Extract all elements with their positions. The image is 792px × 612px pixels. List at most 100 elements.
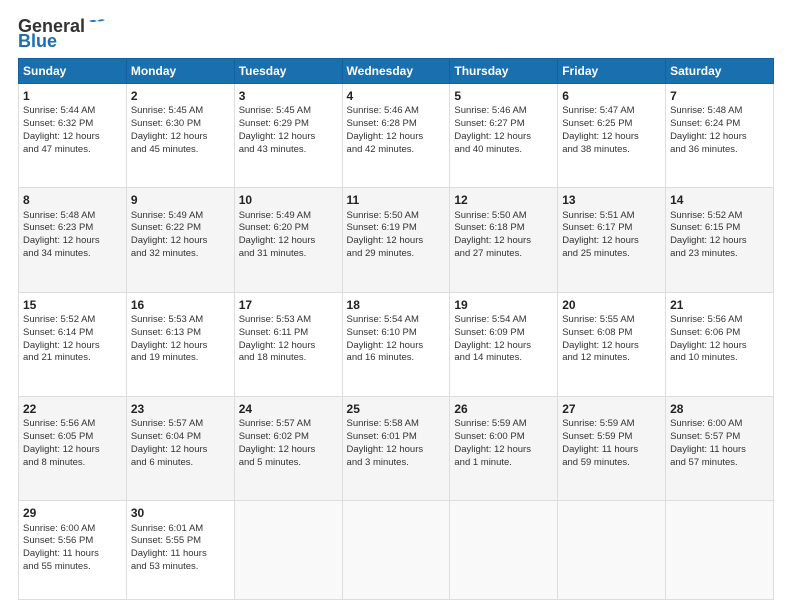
day-info-line: Daylight: 12 hours <box>131 340 230 353</box>
day-info-line: and 5 minutes. <box>239 457 338 470</box>
day-info-line: Daylight: 12 hours <box>347 340 446 353</box>
day-number: 21 <box>670 297 769 313</box>
day-info-line: Sunset: 6:04 PM <box>131 431 230 444</box>
day-info-line: Sunrise: 5:52 AM <box>23 314 122 327</box>
page: General Blue SundayMondayTuesdayWednesda… <box>0 0 792 612</box>
day-number: 23 <box>131 401 230 417</box>
day-info-line: Sunrise: 5:45 AM <box>131 105 230 118</box>
day-info-line: Daylight: 12 hours <box>347 235 446 248</box>
day-info-line: Sunrise: 5:46 AM <box>347 105 446 118</box>
day-number: 24 <box>239 401 338 417</box>
day-info-line: Sunrise: 5:59 AM <box>454 418 553 431</box>
day-info-line: and 16 minutes. <box>347 352 446 365</box>
calendar-cell: 12Sunrise: 5:50 AMSunset: 6:18 PMDayligh… <box>450 188 558 292</box>
day-info-line: Sunrise: 5:55 AM <box>562 314 661 327</box>
day-number: 8 <box>23 192 122 208</box>
day-info-line: and 53 minutes. <box>131 561 230 574</box>
day-info-line: Sunrise: 6:00 AM <box>670 418 769 431</box>
day-info-line: and 12 minutes. <box>562 352 661 365</box>
day-info-line: Sunset: 6:22 PM <box>131 222 230 235</box>
calendar-cell: 22Sunrise: 5:56 AMSunset: 6:05 PMDayligh… <box>19 397 127 501</box>
day-info-line: Sunrise: 5:54 AM <box>347 314 446 327</box>
calendar-week-row: 15Sunrise: 5:52 AMSunset: 6:14 PMDayligh… <box>19 292 774 396</box>
day-info-line: Daylight: 12 hours <box>23 131 122 144</box>
calendar-table: SundayMondayTuesdayWednesdayThursdayFrid… <box>18 58 774 600</box>
day-number: 29 <box>23 505 122 521</box>
day-info-line: Sunset: 6:24 PM <box>670 118 769 131</box>
day-info-line: and 45 minutes. <box>131 144 230 157</box>
logo-bird-icon <box>87 18 107 32</box>
day-info-line: Daylight: 11 hours <box>131 548 230 561</box>
day-number: 17 <box>239 297 338 313</box>
day-info-line: Sunrise: 5:48 AM <box>23 210 122 223</box>
day-info-line: Sunrise: 5:49 AM <box>131 210 230 223</box>
day-info-line: Sunset: 6:01 PM <box>347 431 446 444</box>
day-info-line: Sunset: 6:19 PM <box>347 222 446 235</box>
calendar-cell: 2Sunrise: 5:45 AMSunset: 6:30 PMDaylight… <box>126 84 234 188</box>
calendar-cell: 9Sunrise: 5:49 AMSunset: 6:22 PMDaylight… <box>126 188 234 292</box>
calendar-cell: 16Sunrise: 5:53 AMSunset: 6:13 PMDayligh… <box>126 292 234 396</box>
calendar-cell <box>666 501 774 600</box>
weekday-header-row: SundayMondayTuesdayWednesdayThursdayFrid… <box>19 59 774 84</box>
day-number: 10 <box>239 192 338 208</box>
day-info-line: Daylight: 12 hours <box>347 131 446 144</box>
calendar-cell: 4Sunrise: 5:46 AMSunset: 6:28 PMDaylight… <box>342 84 450 188</box>
day-info-line: Daylight: 12 hours <box>454 131 553 144</box>
weekday-header-tuesday: Tuesday <box>234 59 342 84</box>
day-info-line: Sunrise: 5:45 AM <box>239 105 338 118</box>
day-info-line: Daylight: 12 hours <box>131 131 230 144</box>
weekday-header-saturday: Saturday <box>666 59 774 84</box>
day-number: 22 <box>23 401 122 417</box>
day-info-line: Sunset: 6:29 PM <box>239 118 338 131</box>
day-number: 7 <box>670 88 769 104</box>
day-info-line: and 1 minute. <box>454 457 553 470</box>
day-info-line: and 3 minutes. <box>347 457 446 470</box>
day-info-line: Sunset: 6:13 PM <box>131 327 230 340</box>
day-number: 13 <box>562 192 661 208</box>
weekday-header-monday: Monday <box>126 59 234 84</box>
day-info-line: Sunrise: 5:54 AM <box>454 314 553 327</box>
day-info-line: Sunrise: 5:47 AM <box>562 105 661 118</box>
day-info-line: Sunrise: 5:48 AM <box>670 105 769 118</box>
day-info-line: Daylight: 12 hours <box>670 235 769 248</box>
day-info-line: Sunset: 6:25 PM <box>562 118 661 131</box>
day-number: 20 <box>562 297 661 313</box>
day-info-line: Sunset: 6:14 PM <box>23 327 122 340</box>
day-info-line: and 29 minutes. <box>347 248 446 261</box>
day-info-line: Daylight: 12 hours <box>670 131 769 144</box>
day-number: 28 <box>670 401 769 417</box>
day-info-line: Daylight: 12 hours <box>239 235 338 248</box>
day-info-line: Sunrise: 5:58 AM <box>347 418 446 431</box>
calendar-cell <box>234 501 342 600</box>
calendar-cell: 7Sunrise: 5:48 AMSunset: 6:24 PMDaylight… <box>666 84 774 188</box>
day-info-line: and 10 minutes. <box>670 352 769 365</box>
calendar-cell: 3Sunrise: 5:45 AMSunset: 6:29 PMDaylight… <box>234 84 342 188</box>
weekday-header-sunday: Sunday <box>19 59 127 84</box>
logo: General Blue <box>18 16 107 52</box>
calendar-cell: 19Sunrise: 5:54 AMSunset: 6:09 PMDayligh… <box>450 292 558 396</box>
calendar-week-row: 8Sunrise: 5:48 AMSunset: 6:23 PMDaylight… <box>19 188 774 292</box>
calendar-cell: 6Sunrise: 5:47 AMSunset: 6:25 PMDaylight… <box>558 84 666 188</box>
weekday-header-wednesday: Wednesday <box>342 59 450 84</box>
day-info-line: Sunset: 6:02 PM <box>239 431 338 444</box>
header: General Blue <box>18 16 774 52</box>
day-info-line: Sunrise: 5:59 AM <box>562 418 661 431</box>
calendar-cell: 18Sunrise: 5:54 AMSunset: 6:10 PMDayligh… <box>342 292 450 396</box>
day-info-line: and 23 minutes. <box>670 248 769 261</box>
day-info-line: and 47 minutes. <box>23 144 122 157</box>
day-number: 2 <box>131 88 230 104</box>
day-info-line: Sunset: 6:18 PM <box>454 222 553 235</box>
day-info-line: Daylight: 11 hours <box>562 444 661 457</box>
day-info-line: Sunset: 6:30 PM <box>131 118 230 131</box>
day-info-line: Sunset: 6:17 PM <box>562 222 661 235</box>
calendar-cell: 29Sunrise: 6:00 AMSunset: 5:56 PMDayligh… <box>19 501 127 600</box>
day-info-line: Sunset: 6:06 PM <box>670 327 769 340</box>
calendar-cell: 1Sunrise: 5:44 AMSunset: 6:32 PMDaylight… <box>19 84 127 188</box>
weekday-header-thursday: Thursday <box>450 59 558 84</box>
day-info-line: Sunset: 6:20 PM <box>239 222 338 235</box>
day-number: 27 <box>562 401 661 417</box>
day-info-line: Sunrise: 5:56 AM <box>670 314 769 327</box>
day-info-line: Daylight: 12 hours <box>239 340 338 353</box>
day-info-line: and 38 minutes. <box>562 144 661 157</box>
day-info-line: and 42 minutes. <box>347 144 446 157</box>
